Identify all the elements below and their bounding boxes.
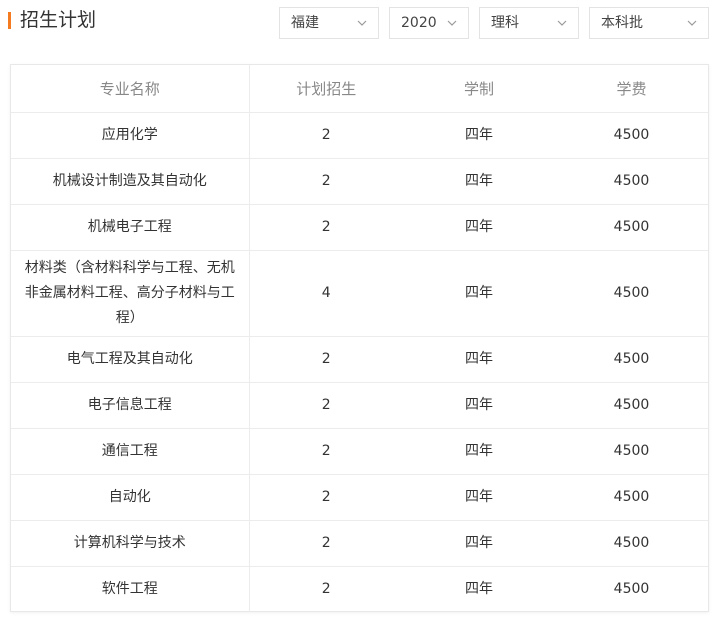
table-header-row: 专业名称 计划招生 学制 学费 — [11, 65, 708, 113]
major-cell: 机械设计制造及其自动化 — [11, 158, 250, 205]
duration-cell: 四年 — [403, 204, 555, 251]
duration-cell: 四年 — [403, 158, 555, 205]
table-row: 电气工程及其自动化 2 四年 4500 — [11, 336, 708, 383]
planned-cell: 2 — [249, 112, 403, 159]
major-cell: 材料类（含材料科学与工程、无机非金属材料工程、高分子材料与工程） — [11, 250, 250, 337]
year-select-value: 2020 — [401, 15, 437, 31]
planned-cell: 2 — [321, 580, 331, 597]
duration-cell: 四年 — [403, 250, 555, 337]
enrollment-plan-table: 专业名称 计划招生 学制 学费 应用化学 2 四年 4500 机械设计制造及其自… — [10, 64, 709, 612]
planned-cell: 2 — [249, 204, 403, 251]
table-row: 软件工程 2 四年 4500 — [11, 566, 708, 612]
major-cell: 计算机科学与技术 — [11, 520, 250, 567]
tuition-cell: 4500 — [555, 158, 708, 205]
tuition-cell: 4500 — [555, 474, 708, 521]
major-cell: 软件工程 — [11, 566, 250, 612]
subject-select[interactable]: 理科 — [479, 7, 579, 39]
tuition-cell: 4500 — [555, 112, 708, 159]
tuition-cell: 4500 — [555, 428, 708, 475]
tuition-cell: 4500 — [555, 520, 708, 567]
duration-cell: 四年 — [403, 112, 555, 159]
column-header-planned: 计划招生 — [249, 65, 403, 113]
duration-cell: 四年 — [403, 336, 555, 383]
duration-cell: 四年 — [403, 428, 555, 475]
tuition-cell: 4500 — [555, 382, 708, 429]
duration-cell: 四年 — [465, 580, 493, 597]
chevron-down-icon — [557, 20, 567, 26]
major-cell: 电气工程及其自动化 — [11, 336, 250, 383]
duration-cell: 四年 — [403, 520, 555, 567]
planned-cell: 2 — [249, 474, 403, 521]
table-row: 材料类（含材料科学与工程、无机非金属材料工程、高分子材料与工程） 4 四年 45… — [11, 250, 708, 337]
table-row: 机械设计制造及其自动化 2 四年 4500 — [11, 158, 708, 205]
planned-cell: 4 — [249, 250, 403, 337]
table-row: 应用化学 2 四年 4500 — [11, 112, 708, 159]
tuition-cell: 4500 — [613, 580, 650, 597]
duration-cell: 四年 — [403, 474, 555, 521]
tuition-cell: 4500 — [555, 204, 708, 251]
year-select[interactable]: 2020 — [389, 7, 469, 39]
major-cell: 自动化 — [11, 474, 250, 521]
table-row: 自动化 2 四年 4500 — [11, 474, 708, 521]
planned-cell: 2 — [249, 336, 403, 383]
batch-select-value: 本科批 — [601, 15, 643, 31]
major-cell: 机械电子工程 — [11, 204, 250, 251]
subject-select-value: 理科 — [491, 15, 519, 31]
column-header-major: 专业名称 — [11, 65, 250, 113]
duration-cell: 四年 — [403, 382, 555, 429]
province-select-value: 福建 — [291, 15, 319, 31]
batch-select[interactable]: 本科批 — [589, 7, 709, 39]
tuition-cell: 4500 — [555, 336, 708, 383]
major-cell: 通信工程 — [11, 428, 250, 475]
planned-cell: 2 — [249, 428, 403, 475]
table-row: 通信工程 2 四年 4500 — [11, 428, 708, 475]
column-header-tuition: 学费 — [555, 65, 708, 113]
table-row: 电子信息工程 2 四年 4500 — [11, 382, 708, 429]
planned-cell: 2 — [249, 382, 403, 429]
title-accent-bar — [8, 12, 11, 29]
page-header: 招生计划 福建 2020 理科 本科批 — [0, 0, 719, 44]
planned-cell: 2 — [249, 520, 403, 567]
table-row: 计算机科学与技术 2 四年 4500 — [11, 520, 708, 567]
chevron-down-icon — [447, 20, 457, 26]
major-cell: 应用化学 — [11, 112, 250, 159]
chevron-down-icon — [687, 20, 697, 26]
major-cell: 电子信息工程 — [11, 382, 250, 429]
province-select[interactable]: 福建 — [279, 7, 379, 39]
planned-cell: 2 — [249, 158, 403, 205]
tuition-cell: 4500 — [555, 250, 708, 337]
column-header-duration: 学制 — [403, 65, 555, 113]
table-row: 机械电子工程 2 四年 4500 — [11, 204, 708, 251]
chevron-down-icon — [357, 20, 367, 26]
page-title: 招生计划 — [20, 9, 97, 31]
